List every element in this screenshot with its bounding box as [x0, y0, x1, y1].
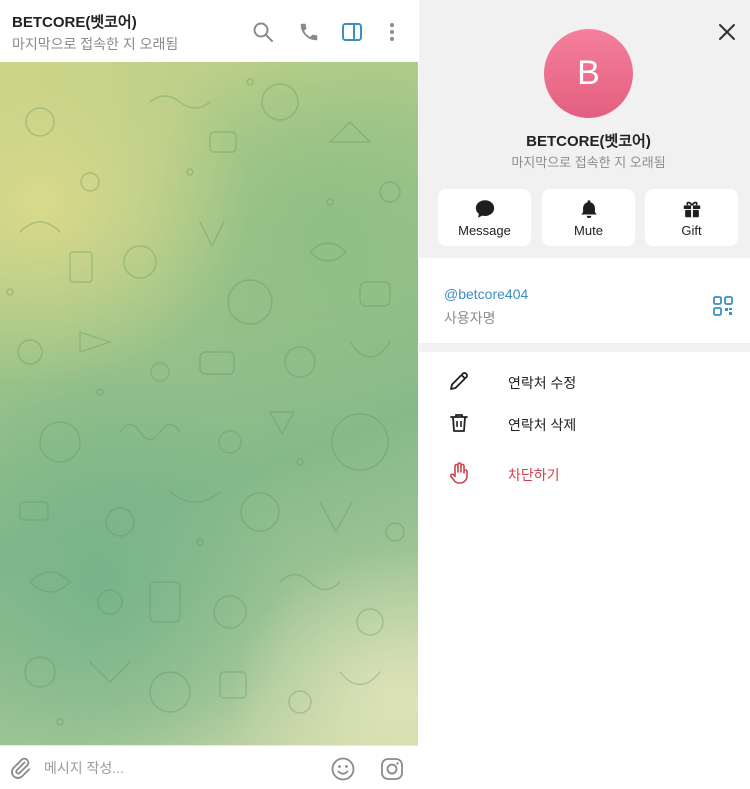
- mute-button-label: Mute: [574, 223, 603, 238]
- gift-button[interactable]: Gift: [645, 189, 738, 246]
- doodle-pattern: [6, 78, 405, 726]
- username-section[interactable]: @betcore404 사용자명: [419, 265, 750, 343]
- sidebar-toggle-icon[interactable]: [340, 20, 364, 44]
- delete-contact-menu-item[interactable]: 연락처 삭제: [419, 403, 750, 443]
- profile-panel: B BETCORE(벳코어) 마지막으로 접속한 지 오래됨 Message M…: [419, 0, 750, 789]
- chat-title[interactable]: BETCORE(벳코어): [12, 11, 137, 32]
- sticker-icon[interactable]: [379, 756, 405, 782]
- chat-bubble-icon: [438, 198, 531, 220]
- username-value[interactable]: @betcore404: [444, 286, 528, 302]
- mute-button[interactable]: Mute: [542, 189, 635, 246]
- message-input[interactable]: [44, 754, 314, 782]
- message-composer: [0, 745, 418, 789]
- edit-contact-label: 연락처 수정: [508, 375, 577, 391]
- message-button-label: Message: [458, 223, 511, 238]
- avatar[interactable]: B: [544, 29, 633, 118]
- profile-status: 마지막으로 접속한 지 오래됨: [511, 155, 666, 170]
- chat-background: [0, 62, 418, 745]
- chat-status: 마지막으로 접속한 지 오래됨: [12, 36, 179, 52]
- chat-pane: BETCORE(벳코어) 마지막으로 접속한 지 오래됨: [0, 0, 418, 789]
- more-vertical-icon[interactable]: [380, 20, 404, 44]
- block-user-menu-item[interactable]: 차단하기: [419, 453, 750, 493]
- profile-header: B BETCORE(벳코어) 마지막으로 접속한 지 오래됨 Message M…: [419, 0, 750, 258]
- username-label: 사용자명: [444, 310, 496, 326]
- block-user-label: 차단하기: [508, 467, 560, 483]
- profile-name: BETCORE(벳코어): [526, 133, 651, 150]
- close-icon[interactable]: [715, 20, 739, 44]
- chat-header[interactable]: BETCORE(벳코어) 마지막으로 접속한 지 오래됨: [0, 0, 418, 62]
- message-button[interactable]: Message: [438, 189, 531, 246]
- phone-icon[interactable]: [297, 20, 321, 44]
- gift-icon: [645, 198, 738, 220]
- search-icon[interactable]: [251, 20, 275, 44]
- hand-icon: [447, 461, 471, 485]
- section-divider: [419, 343, 750, 352]
- bell-icon: [542, 198, 635, 220]
- emoji-icon[interactable]: [330, 756, 356, 782]
- qr-code-icon[interactable]: [712, 295, 734, 317]
- delete-contact-label: 연락처 삭제: [508, 417, 577, 433]
- trash-icon: [447, 411, 471, 435]
- pencil-icon: [447, 369, 471, 393]
- gift-button-label: Gift: [681, 223, 702, 238]
- attach-icon[interactable]: [8, 756, 32, 780]
- edit-contact-menu-item[interactable]: 연락처 수정: [419, 361, 750, 401]
